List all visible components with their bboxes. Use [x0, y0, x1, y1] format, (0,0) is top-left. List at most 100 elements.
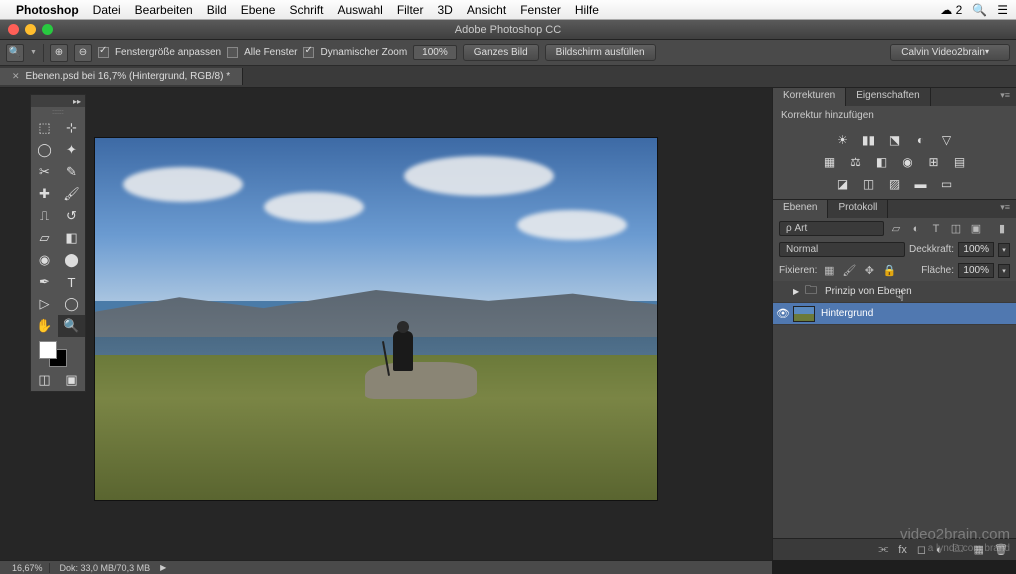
threshold-adjustment-icon[interactable]: ▨ — [886, 176, 904, 192]
status-doc-size[interactable]: Dok: 33,0 MB/70,3 MB — [60, 563, 151, 573]
history-brush-tool-icon[interactable]: ↺ — [58, 205, 85, 227]
posterize-adjustment-icon[interactable]: ◫ — [860, 176, 878, 192]
zoom-in-icon[interactable]: ⊕ — [50, 44, 68, 62]
curves-adjustment-icon[interactable]: ⬔ — [886, 132, 904, 148]
colorlookup-adjustment-icon[interactable]: ▤ — [951, 154, 969, 170]
new-adjustment-icon[interactable]: ◐ — [936, 544, 943, 556]
blur-tool-icon[interactable]: ◉ — [31, 249, 58, 271]
filter-smart-icon[interactable]: ▣ — [968, 222, 984, 236]
opacity-dropdown-icon[interactable]: ▾ — [998, 243, 1010, 257]
minimize-window-button[interactable] — [25, 24, 36, 35]
menu-bild[interactable]: Bild — [207, 3, 227, 17]
shape-tool-icon[interactable]: ◯ — [58, 293, 85, 315]
document-canvas[interactable] — [95, 138, 657, 500]
canvas-area[interactable]: ▸▸ :::::: ⬚ ⊹ ◯ ✦ ✂ ✎ ✚ 🖌 ⎍ ↺ ▱ ◧ ◉ ⬤ ✒ … — [0, 88, 772, 560]
photofilter-adjustment-icon[interactable]: ◉ — [899, 154, 917, 170]
screenmode-tool-icon[interactable]: ▣ — [58, 369, 85, 391]
lock-all-icon[interactable]: 🔒 — [881, 264, 897, 278]
filter-type-icon[interactable]: T — [928, 222, 944, 236]
new-layer-icon[interactable]: ▦ — [974, 543, 984, 556]
visibility-eye-icon[interactable]: 👁 — [773, 307, 793, 320]
channelmixer-adjustment-icon[interactable]: ⊞ — [925, 154, 943, 170]
filter-image-icon[interactable]: ▱ — [888, 222, 904, 236]
new-group-icon[interactable]: 🗀 — [953, 540, 964, 559]
cc-cloud-icon[interactable]: ☁ 2 — [940, 3, 962, 17]
eyedropper-tool-icon[interactable]: ✎ — [58, 161, 85, 183]
healing-tool-icon[interactable]: ✚ — [31, 183, 58, 205]
tab-korrekturen[interactable]: Korrekturen — [773, 88, 846, 106]
menu-bearbeiten[interactable]: Bearbeiten — [135, 3, 193, 17]
gradientmap-adjustment-icon[interactable]: ▬ — [912, 176, 930, 192]
delete-layer-icon[interactable]: 🗑 — [994, 543, 1008, 556]
exposure-adjustment-icon[interactable]: ◐ — [912, 132, 930, 148]
hue-adjustment-icon[interactable]: ▦ — [821, 154, 839, 170]
brightness-adjustment-icon[interactable]: ☀ — [834, 132, 852, 148]
invert-adjustment-icon[interactable]: ◪ — [834, 176, 852, 192]
layer-list[interactable]: ▶ 🗀 Prinzip von Ebenen 👁 Hintergrund — [773, 281, 1016, 538]
zoom-percent-field[interactable]: 100% — [413, 45, 457, 60]
status-flyout-icon[interactable]: ▶ — [160, 563, 166, 572]
lock-pixels-icon[interactable]: 🖌 — [841, 264, 857, 278]
zoom-out-icon[interactable]: ⊖ — [74, 44, 92, 62]
lasso-tool-icon[interactable]: ◯ — [31, 139, 58, 161]
workspace-selector[interactable]: Calvin Video2brain ▾ — [890, 44, 1010, 61]
zoom-tool-active-icon[interactable]: 🔍 — [58, 315, 85, 337]
fit-screen-button[interactable]: Ganzes Bild — [463, 44, 539, 61]
menu-filter[interactable]: Filter — [397, 3, 424, 17]
all-windows-checkbox[interactable] — [227, 47, 238, 58]
link-layers-icon[interactable]: ⫘ — [878, 543, 888, 556]
eraser-tool-icon[interactable]: ▱ — [31, 227, 58, 249]
layer-fx-icon[interactable]: fx — [898, 544, 907, 556]
menu-extras-icon[interactable]: ☰ — [997, 3, 1008, 17]
brush-tool-icon[interactable]: 🖌 — [58, 183, 85, 205]
hand-tool-icon[interactable]: ✋ — [31, 315, 58, 337]
stamp-tool-icon[interactable]: ⎍ — [31, 205, 58, 227]
layer-background-row[interactable]: 👁 Hintergrund — [773, 303, 1016, 325]
crop-tool-icon[interactable]: ✂ — [31, 161, 58, 183]
vibrance-adjustment-icon[interactable]: ▽ — [938, 132, 956, 148]
toolbox-grip[interactable]: :::::: — [31, 107, 85, 117]
magic-wand-tool-icon[interactable]: ✦ — [58, 139, 85, 161]
close-tab-icon[interactable]: ✕ — [12, 71, 20, 82]
foreground-color-swatch[interactable] — [39, 341, 57, 359]
group-fold-icon[interactable]: ▶ — [793, 287, 805, 296]
menu-ansicht[interactable]: Ansicht — [467, 3, 506, 17]
marquee-tool-icon[interactable]: ⊹ — [58, 117, 85, 139]
path-select-tool-icon[interactable]: ▷ — [31, 293, 58, 315]
spotlight-icon[interactable]: 🔍 — [972, 3, 987, 17]
color-swatches[interactable] — [31, 337, 85, 369]
zoom-window-button[interactable] — [42, 24, 53, 35]
menu-ebene[interactable]: Ebene — [241, 3, 276, 17]
filter-shape-icon[interactable]: ◫ — [948, 222, 964, 236]
menu-auswahl[interactable]: Auswahl — [337, 3, 382, 17]
layer-group-row[interactable]: ▶ 🗀 Prinzip von Ebenen — [773, 281, 1016, 303]
panel-menu-icon[interactable]: ▾≡ — [994, 88, 1016, 106]
filter-adjust-icon[interactable]: ◐ — [908, 222, 924, 236]
gradient-tool-icon[interactable]: ◧ — [58, 227, 85, 249]
menu-schrift[interactable]: Schrift — [289, 3, 323, 17]
tab-eigenschaften[interactable]: Eigenschaften — [846, 88, 930, 106]
quickmask-tool-icon[interactable]: ◫ — [31, 369, 58, 391]
tool-preset-dropdown-icon[interactable]: ▼ — [30, 49, 37, 56]
menu-hilfe[interactable]: Hilfe — [575, 3, 599, 17]
colorbalance-adjustment-icon[interactable]: ⚖ — [847, 154, 865, 170]
menu-3d[interactable]: 3D — [437, 3, 452, 17]
lock-position-icon[interactable]: ✥ — [861, 264, 877, 278]
dodge-tool-icon[interactable]: ⬤ — [58, 249, 85, 271]
resize-windows-checkbox[interactable] — [98, 47, 109, 58]
tab-protokoll[interactable]: Protokoll — [828, 200, 888, 218]
tab-ebenen[interactable]: Ebenen — [773, 200, 828, 218]
app-name[interactable]: Photoshop — [16, 3, 79, 17]
menu-fenster[interactable]: Fenster — [520, 3, 561, 17]
levels-adjustment-icon[interactable]: ▮▮ — [860, 132, 878, 148]
close-window-button[interactable] — [8, 24, 19, 35]
menu-datei[interactable]: Datei — [93, 3, 121, 17]
fill-screen-button[interactable]: Bildschirm ausfüllen — [545, 44, 656, 61]
layer-filter-select[interactable]: ρ Art — [779, 221, 884, 236]
document-tab[interactable]: ✕ Ebenen.psd bei 16,7% (Hintergrund, RGB… — [0, 68, 243, 85]
toolbox-collapse-icon[interactable]: ▸▸ — [73, 97, 81, 106]
fill-dropdown-icon[interactable]: ▾ — [998, 264, 1010, 278]
layer-mask-icon[interactable]: ◻ — [917, 543, 926, 556]
blend-mode-select[interactable]: Normal — [779, 242, 905, 257]
layer-thumbnail[interactable] — [793, 306, 815, 322]
